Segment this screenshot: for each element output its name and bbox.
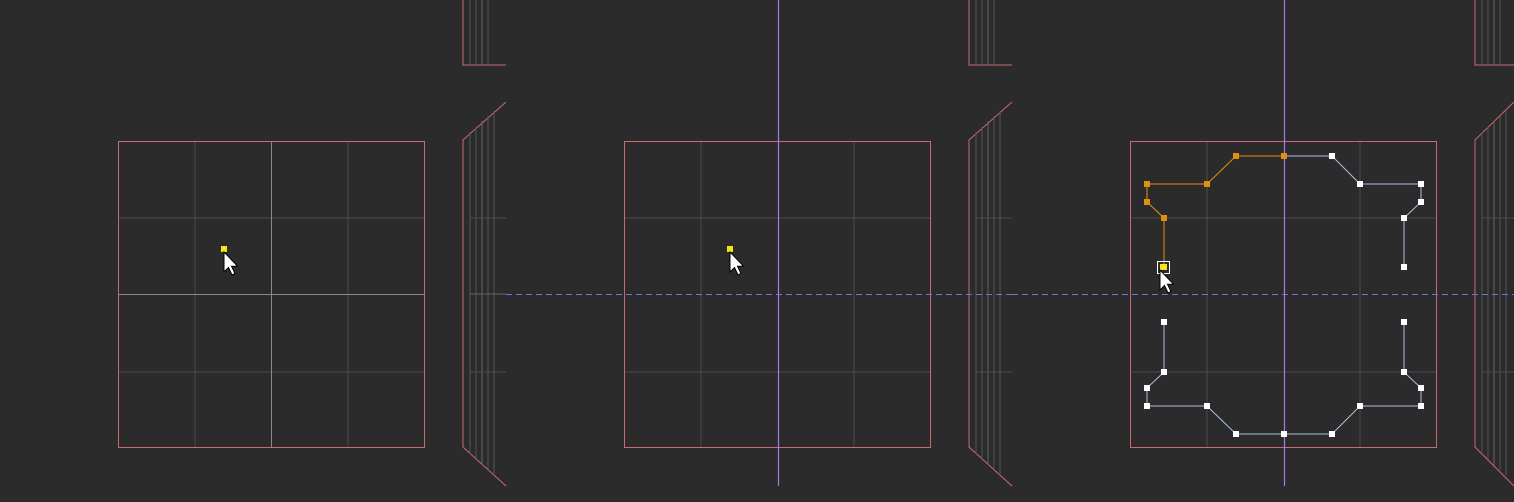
selected-nodes[interactable] (1144, 153, 1287, 221)
drawn-path[interactable] (1146, 155, 1284, 267)
side-view-top (1474, 0, 1514, 66)
canvas-step-2 (506, 0, 1013, 487)
anchor-point[interactable] (727, 246, 733, 252)
artboard-frame (118, 141, 425, 448)
panel-step-3 (1012, 0, 1514, 502)
side-view-top (462, 0, 506, 66)
canvas-step-1 (118, 0, 507, 487)
mirrored-path-top-right (1284, 155, 1422, 267)
mouse-pointer-icon (223, 250, 239, 276)
side-view-perspective (462, 101, 507, 487)
side-view-top (968, 0, 1012, 66)
mouse-pointer-icon (729, 250, 745, 276)
panel-step-1 (0, 0, 507, 502)
canvas-step-3 (1012, 0, 1514, 487)
current-point[interactable] (1160, 264, 1167, 270)
anchor-point[interactable] (221, 246, 227, 252)
panel-step-2 (506, 0, 1013, 502)
